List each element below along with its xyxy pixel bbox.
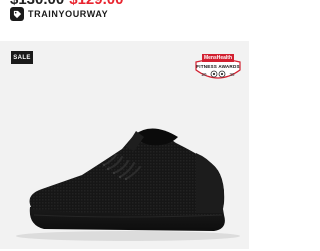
fitness-awards-badge: MensHealth FITNESS AWARDS 20 20 <box>194 51 242 85</box>
award-brand: MensHealth <box>203 55 233 61</box>
shoe-image <box>16 128 240 241</box>
award-title: FITNESS AWARDS <box>196 64 240 69</box>
product-image-gallery[interactable]: SALE MensHealth FITNESS AWARDS 20 20 <box>0 41 249 249</box>
sale-badge: SALE <box>11 51 33 64</box>
promo-code-row[interactable]: TRAINYOURWAY <box>10 7 108 21</box>
price-row: $130.00 $129.00 <box>10 0 123 8</box>
promo-code: TRAINYOURWAY <box>28 9 109 19</box>
tag-icon <box>10 7 24 21</box>
award-year-left: 20 <box>201 72 207 77</box>
award-year-right: 20 <box>229 72 235 77</box>
